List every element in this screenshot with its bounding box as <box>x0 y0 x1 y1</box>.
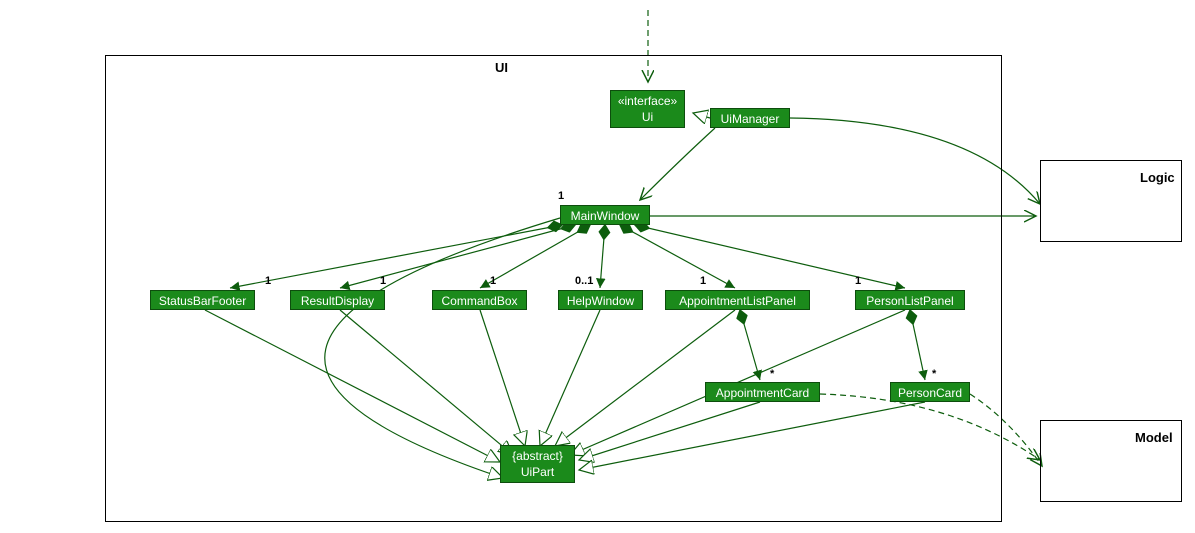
multiplicity-m_appointmentcard: * <box>770 368 774 380</box>
class-personcard: PersonCard <box>890 382 970 402</box>
multiplicity-m_personcard: * <box>932 368 936 380</box>
class-label: StatusBarFooter <box>159 294 246 308</box>
class-label: PersonCard <box>898 386 962 400</box>
class-stereotype: {abstract} <box>507 449 568 465</box>
class-label: CommandBox <box>441 294 517 308</box>
class-uipart: {abstract}UiPart <box>500 445 575 483</box>
class-label: UiPart <box>507 465 568 481</box>
multiplicity-m_resultdisplay: 1 <box>380 275 386 287</box>
class-personlistpanel: PersonListPanel <box>855 290 965 310</box>
multiplicity-m_mainwindow: 1 <box>558 190 564 202</box>
package-label-logic: Logic <box>1140 170 1175 185</box>
multiplicity-m_appointmentlistpanel: 1 <box>700 275 706 287</box>
class-label: Ui <box>617 110 678 126</box>
class-uimanager: UiManager <box>710 108 790 128</box>
multiplicity-m_helpwindow: 0..1 <box>575 275 593 287</box>
class-label: MainWindow <box>571 209 640 223</box>
multiplicity-m_commandbox: 1 <box>490 275 496 287</box>
class-appointmentcard: AppointmentCard <box>705 382 820 402</box>
class-stereotype: «interface» <box>617 94 678 110</box>
multiplicity-m_statusbar: 1 <box>265 275 271 287</box>
class-helpwindow: HelpWindow <box>558 290 643 310</box>
class-label: PersonListPanel <box>866 294 953 308</box>
class-commandbox: CommandBox <box>432 290 527 310</box>
multiplicity-m_personlistpanel: 1 <box>855 275 861 287</box>
class-resultdisplay: ResultDisplay <box>290 290 385 310</box>
class-statusbarfooter: StatusBarFooter <box>150 290 255 310</box>
class-appointmentlistpanel: AppointmentListPanel <box>665 290 810 310</box>
class-ui_interface: «interface»Ui <box>610 90 685 128</box>
class-label: AppointmentListPanel <box>679 294 796 308</box>
package-label-model: Model <box>1135 430 1173 445</box>
package-label-ui: UI <box>495 60 508 75</box>
class-label: HelpWindow <box>567 294 634 308</box>
class-mainwindow: MainWindow <box>560 205 650 225</box>
class-label: UiManager <box>721 112 780 126</box>
class-label: ResultDisplay <box>301 294 374 308</box>
class-label: AppointmentCard <box>716 386 809 400</box>
